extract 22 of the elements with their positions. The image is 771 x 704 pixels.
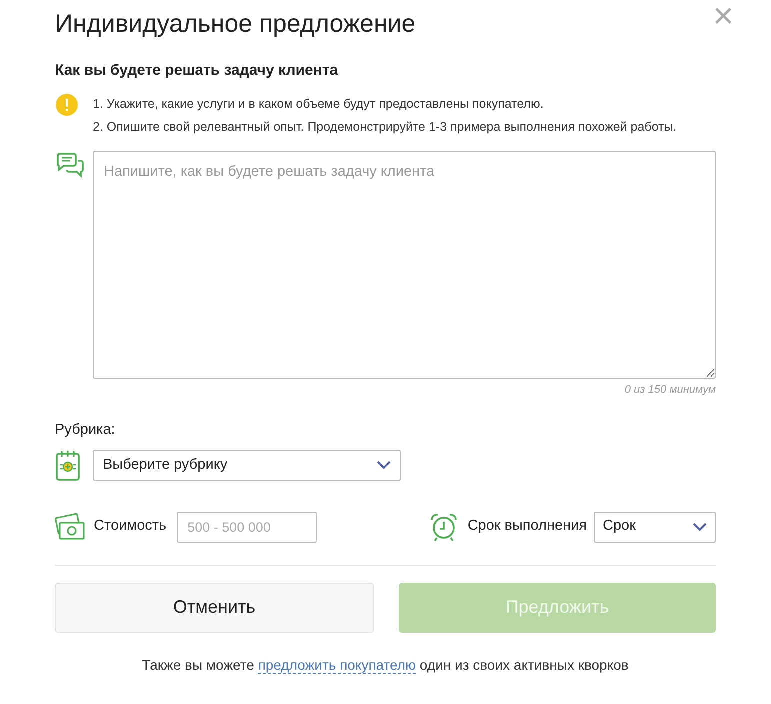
money-icon (55, 512, 85, 542)
section-title: Как вы будете решать задачу клиента (55, 61, 340, 81)
description-field[interactable]: Напишите, как вы будете решать задачу клиента (93, 150, 716, 378)
footer-text: Также вы можете предложить покупателю один из своих активных кворков (141, 656, 630, 676)
price-field[interactable]: 500 - 500 000 (176, 512, 317, 543)
hint-text: 2. Опишите свой релевантный опыт. Продемонстрируйте 1-3 примера выполнения похожей работы. (93, 118, 677, 136)
deadline-select[interactable]: Срок (594, 512, 716, 543)
category-label: Рубрика: (55, 421, 116, 440)
warning-icon (55, 92, 79, 116)
alarm-clock-icon (428, 512, 459, 542)
hint-text: 1. Укажите, какие услуги и в каком объеме будут предоставлены покупателю. (93, 96, 545, 113)
chevron-down-icon (693, 522, 707, 532)
notepad-icon (55, 450, 81, 482)
price-label: Стоимость (94, 517, 167, 536)
offer-link[interactable]: предложить покупателю (258, 656, 416, 674)
dialog-title: Индивидуальное предложение (55, 9, 416, 40)
character-counter: 0 из 150 минимум (624, 382, 716, 398)
deadline-label: Срок выполнения (468, 517, 587, 536)
chevron-down-icon (377, 461, 391, 470)
category-select[interactable]: Выберите рубрику (93, 450, 401, 482)
chat-bubbles-icon (55, 150, 85, 178)
cancel-button[interactable]: Отменить (55, 582, 374, 633)
